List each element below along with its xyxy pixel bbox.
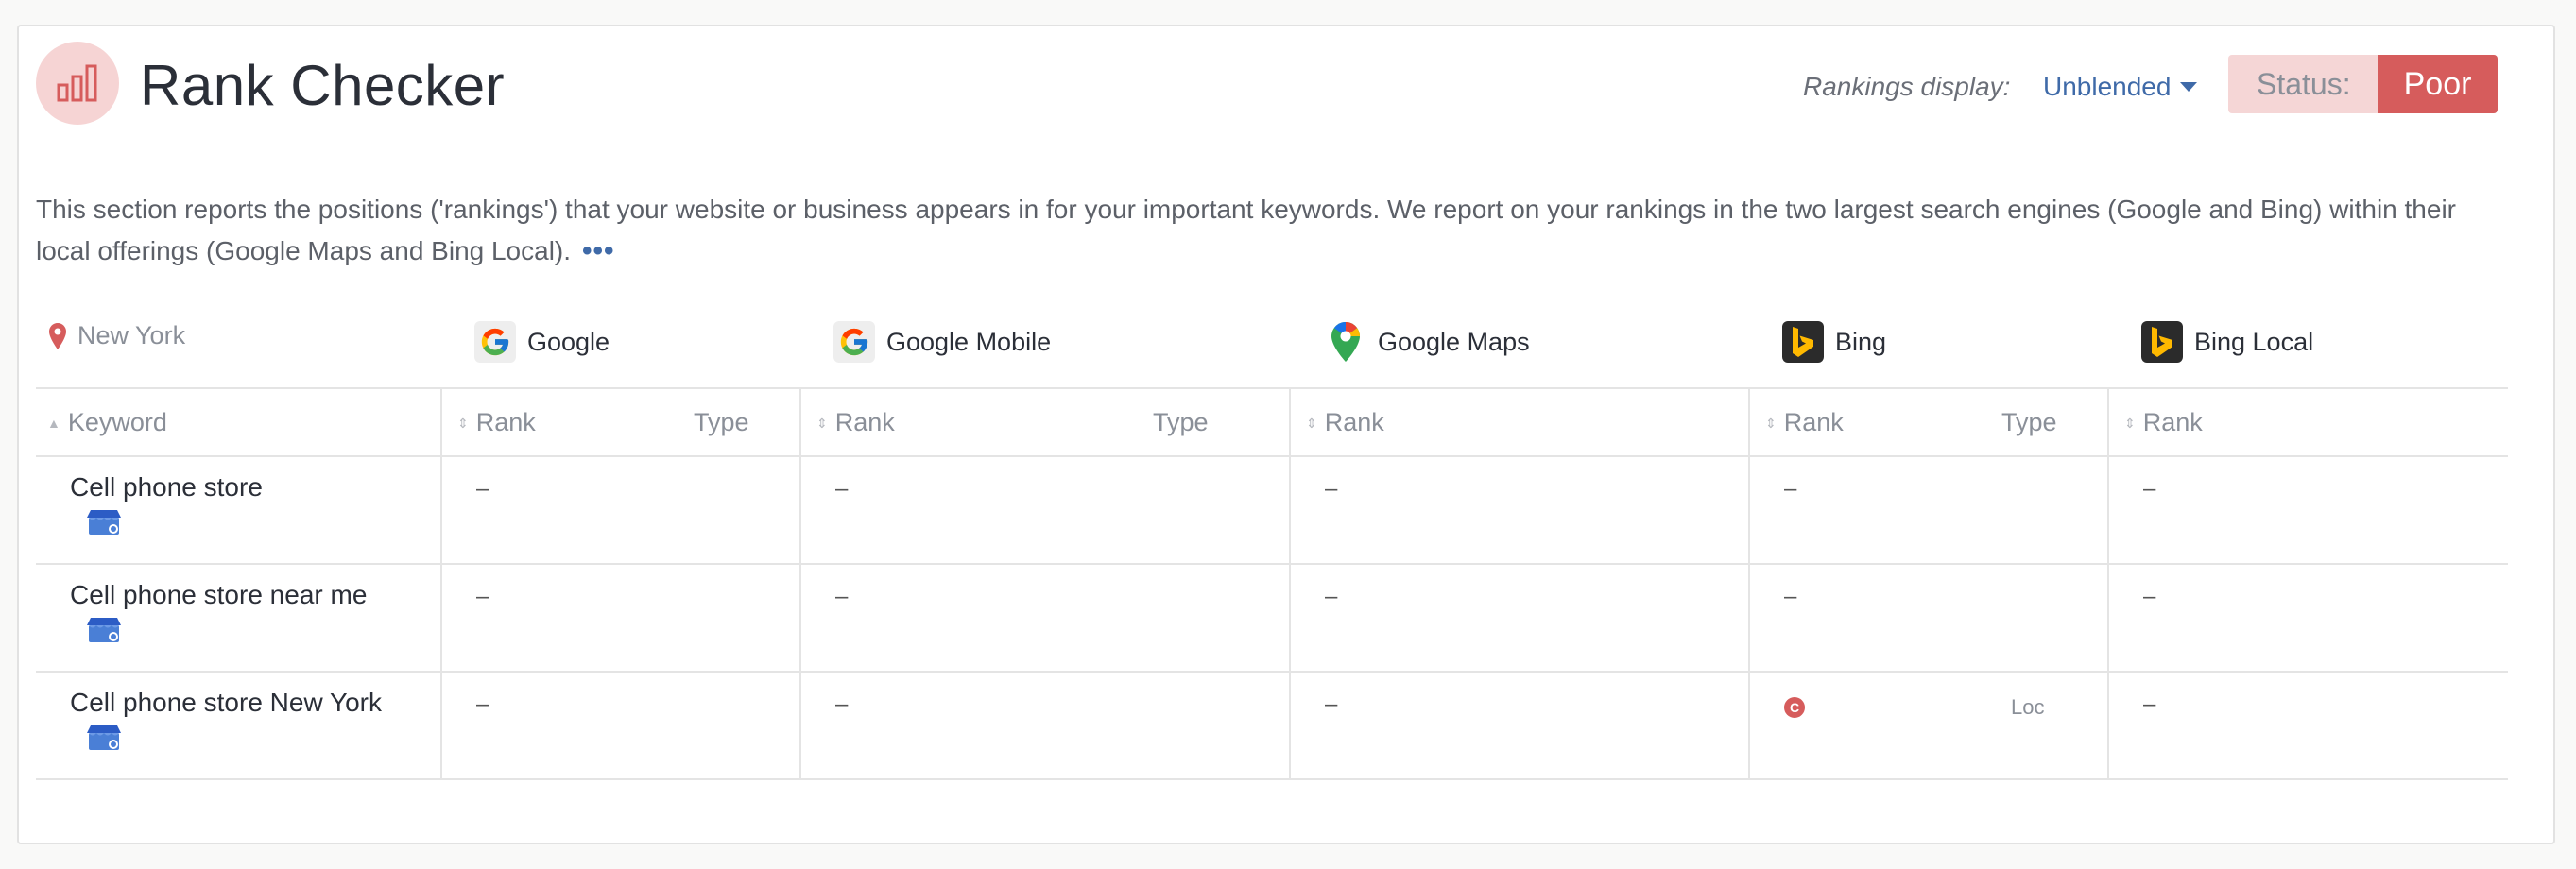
rank-header-label: Rank: [834, 408, 895, 436]
engine-bing-local: Bing Local: [2141, 321, 2313, 363]
page-title: Rank Checker: [140, 54, 506, 117]
table-row: Cell phone store near me – – – – –: [36, 565, 2508, 673]
google-maps-rank-value: –: [1325, 584, 1338, 609]
google-mobile-rank-value: –: [835, 584, 849, 609]
status-label: Status:: [2228, 55, 2378, 113]
location-label: New York: [77, 321, 186, 349]
bing-rank-badge[interactable]: C: [1784, 697, 1805, 718]
table-row: Cell phone store – – – – –: [36, 457, 2508, 565]
google-rank-header[interactable]: ⇕ Rank: [457, 408, 536, 437]
sort-icon: ⇕: [1306, 415, 1317, 431]
engine-google: Google: [474, 321, 610, 363]
google-mobile-rank-header[interactable]: ⇕ Rank: [816, 408, 895, 437]
sort-icon: ▲: [47, 415, 60, 431]
rank-header-label: Rank: [2142, 408, 2203, 436]
more-button[interactable]: •••: [582, 230, 615, 272]
status-value: Poor: [2377, 55, 2499, 113]
description-text: This section reports the positions ('ran…: [36, 195, 2456, 265]
google-icon: [474, 321, 516, 363]
engine-google-maps: Google Maps: [1325, 321, 1530, 363]
engine-header-row: New York Google Google Mobile Google Map…: [36, 312, 2508, 389]
location-filter[interactable]: New York: [49, 321, 185, 350]
chevron-down-icon: [2180, 82, 2198, 92]
location-pin-icon: [49, 322, 66, 349]
keyword-text: Cell phone store: [70, 472, 263, 502]
engine-bing: Bing: [1782, 321, 1886, 363]
google-rank-value: –: [476, 584, 489, 609]
rank-header-label: Rank: [1783, 408, 1844, 436]
rankings-display-label: Rankings display:: [1803, 72, 2011, 101]
bing-icon: [1782, 321, 1824, 363]
keyword-column-header[interactable]: ▲ Keyword: [47, 408, 167, 437]
sort-icon: ⇕: [2124, 415, 2136, 431]
bing-icon: [2141, 321, 2183, 363]
engine-bing-label: Bing: [1835, 327, 1887, 356]
google-rank-value: –: [476, 691, 489, 717]
google-mobile-rank-value: –: [835, 691, 849, 717]
engine-google-label: Google: [527, 327, 610, 356]
type-header-label: Type: [1153, 408, 1209, 436]
section-description: This section reports the positions ('ran…: [36, 189, 2512, 272]
rankings-table: ▲ Keyword ⇕ Rank Type ⇕ Rank Type ⇕ Rank…: [36, 389, 2508, 780]
google-mobile-rank-value: –: [835, 476, 849, 502]
rank-header-label: Rank: [475, 408, 536, 436]
engine-google-mobile: Google Mobile: [833, 321, 1051, 363]
rankings-display-value: Unblended: [2043, 72, 2172, 101]
table-header-row: ▲ Keyword ⇕ Rank Type ⇕ Rank Type ⇕ Rank…: [36, 389, 2508, 457]
business-listing-icon: [87, 724, 121, 757]
google-icon: [833, 321, 875, 363]
google-maps-rank-header[interactable]: ⇕ Rank: [1306, 408, 1384, 437]
sort-icon: ⇕: [457, 415, 469, 431]
google-type-header: Type: [694, 408, 749, 437]
rank-header-label: Rank: [1324, 408, 1384, 436]
bing-type-value: Loc: [2011, 695, 2045, 719]
keyword-header-label: Keyword: [67, 408, 167, 436]
google-maps-icon: [1325, 321, 1366, 363]
bing-local-rank-header[interactable]: ⇕ Rank: [2124, 408, 2203, 437]
business-listing-icon: [87, 616, 121, 649]
keyword-text: Cell phone store New York: [70, 688, 382, 717]
rankings-display-dropdown[interactable]: Unblended: [2043, 72, 2198, 102]
business-listing-icon: [87, 508, 121, 541]
bing-rank-value: –: [1784, 476, 1797, 502]
keyword-text: Cell phone store near me: [70, 580, 368, 609]
bing-rank-header[interactable]: ⇕ Rank: [1765, 408, 1844, 437]
bing-local-rank-value: –: [2143, 584, 2156, 609]
google-mobile-type-header: Type: [1153, 408, 1209, 437]
engine-bing-local-label: Bing Local: [2194, 327, 2314, 356]
engine-google-maps-label: Google Maps: [1378, 327, 1530, 356]
bar-chart-icon: [36, 42, 119, 125]
engine-google-mobile-label: Google Mobile: [886, 327, 1052, 356]
google-rank-value: –: [476, 476, 489, 502]
status-badge: Status: Poor: [2228, 55, 2499, 113]
google-maps-rank-value: –: [1325, 476, 1338, 502]
sort-icon: ⇕: [1765, 415, 1777, 431]
type-header-label: Type: [694, 408, 749, 436]
bing-type-header: Type: [2001, 408, 2057, 437]
bing-rank-value: –: [1784, 584, 1797, 609]
bing-local-rank-value: –: [2143, 691, 2156, 717]
google-maps-rank-value: –: [1325, 691, 1338, 717]
bing-local-rank-value: –: [2143, 476, 2156, 502]
table-row: Cell phone store New York – – – C Loc –: [36, 673, 2508, 780]
type-header-label: Type: [2001, 408, 2057, 436]
sort-icon: ⇕: [816, 415, 828, 431]
